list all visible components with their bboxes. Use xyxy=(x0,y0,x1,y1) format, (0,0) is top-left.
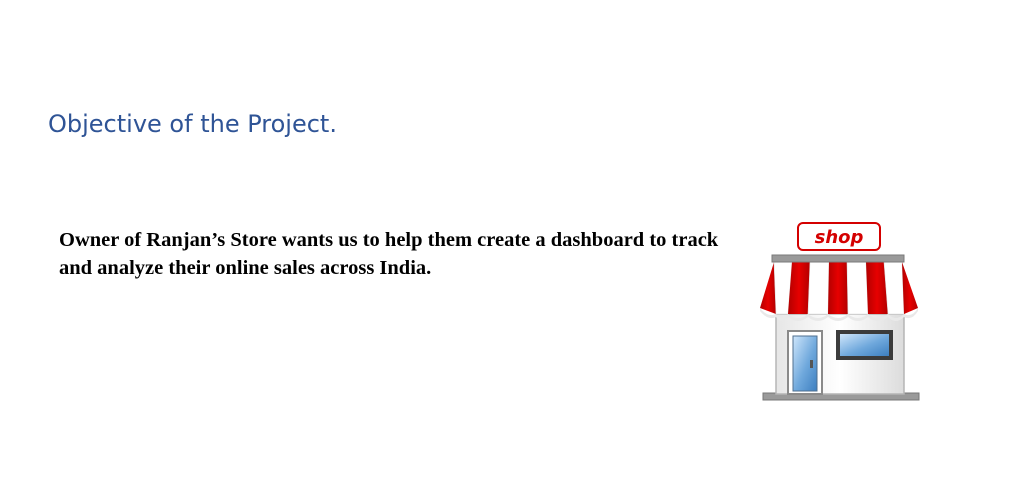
slide-title: Objective of the Project. xyxy=(48,110,337,138)
shop-icon: shop xyxy=(752,218,922,406)
objective-text: Owner of Ranjan’s Store wants us to help… xyxy=(59,229,719,279)
shop-sign-text: shop xyxy=(815,227,864,248)
